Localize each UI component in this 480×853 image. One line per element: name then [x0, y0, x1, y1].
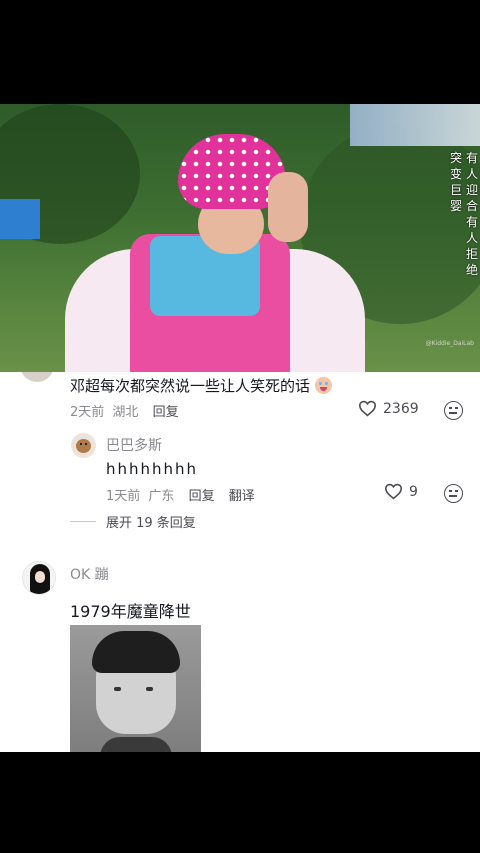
video-blurred-banner: [350, 104, 480, 146]
bottom-letterbox: [0, 752, 480, 853]
like-count: 2369: [383, 400, 419, 417]
commenter-username[interactable]: OK 蹦: [70, 564, 109, 584]
reply-meta: 1天前 广东 回复 翻译: [106, 485, 255, 504]
commenter-avatar[interactable]: [22, 561, 56, 595]
expand-divider: [70, 521, 96, 522]
heart-icon: [384, 483, 403, 500]
video-watermark: @Kiddie_DaiLab: [425, 340, 474, 347]
expand-replies-button[interactable]: 展开 19 条回复: [70, 512, 196, 531]
video-player[interactable]: [0, 104, 480, 372]
reply-button[interactable]: 回复: [189, 489, 215, 504]
reply-time: 1天前: [106, 489, 141, 504]
video-person-hand: [268, 172, 308, 242]
expand-replies-label: 展开 19 条回复: [106, 516, 196, 531]
comment-panel: 邓超每次都突然说一些让人笑死的话 2天前 湖北 回复 2369 巴巴多斯 hhh…: [0, 372, 480, 752]
reply-username[interactable]: 巴巴多斯: [106, 435, 162, 455]
baby-crying-emoji-icon: [314, 377, 332, 394]
translate-button[interactable]: 翻译: [229, 489, 255, 504]
heart-icon: [358, 400, 377, 417]
photo-collar: [100, 737, 172, 752]
video-side-caption-right: 有人迎合有人拒绝: [465, 151, 478, 277]
comment-text: 邓超每次都突然说一些让人笑死的话: [70, 377, 311, 395]
dislike-icon[interactable]: [444, 484, 463, 503]
dislike-icon[interactable]: [444, 401, 463, 420]
comment-location: 湖北: [112, 405, 139, 420]
comment-photo[interactable]: [70, 625, 201, 752]
video-side-caption-left: 突变巨婴: [449, 151, 462, 213]
commenter-avatar[interactable]: [20, 372, 54, 382]
photo-eyes: [114, 687, 121, 691]
reply-location: 广东: [148, 489, 175, 504]
video-sign: [0, 199, 40, 239]
reply-button[interactable]: 回复: [153, 405, 179, 420]
reply-avatar[interactable]: [71, 433, 96, 458]
reply-text: hhhhhhhh: [106, 460, 199, 478]
like-button[interactable]: 2369: [358, 400, 419, 417]
photo-hair: [92, 631, 180, 673]
comment-text: 1979年魔童降世: [70, 602, 191, 621]
comment-time: 2天前: [70, 405, 105, 420]
comment-meta: 2天前 湖北 回复: [70, 401, 179, 420]
top-letterbox: [0, 0, 480, 104]
reply-like-count: 9: [409, 483, 418, 500]
comment-item: 邓超每次都突然说一些让人笑死的话: [70, 375, 332, 396]
reply-like-button[interactable]: 9: [384, 483, 418, 500]
